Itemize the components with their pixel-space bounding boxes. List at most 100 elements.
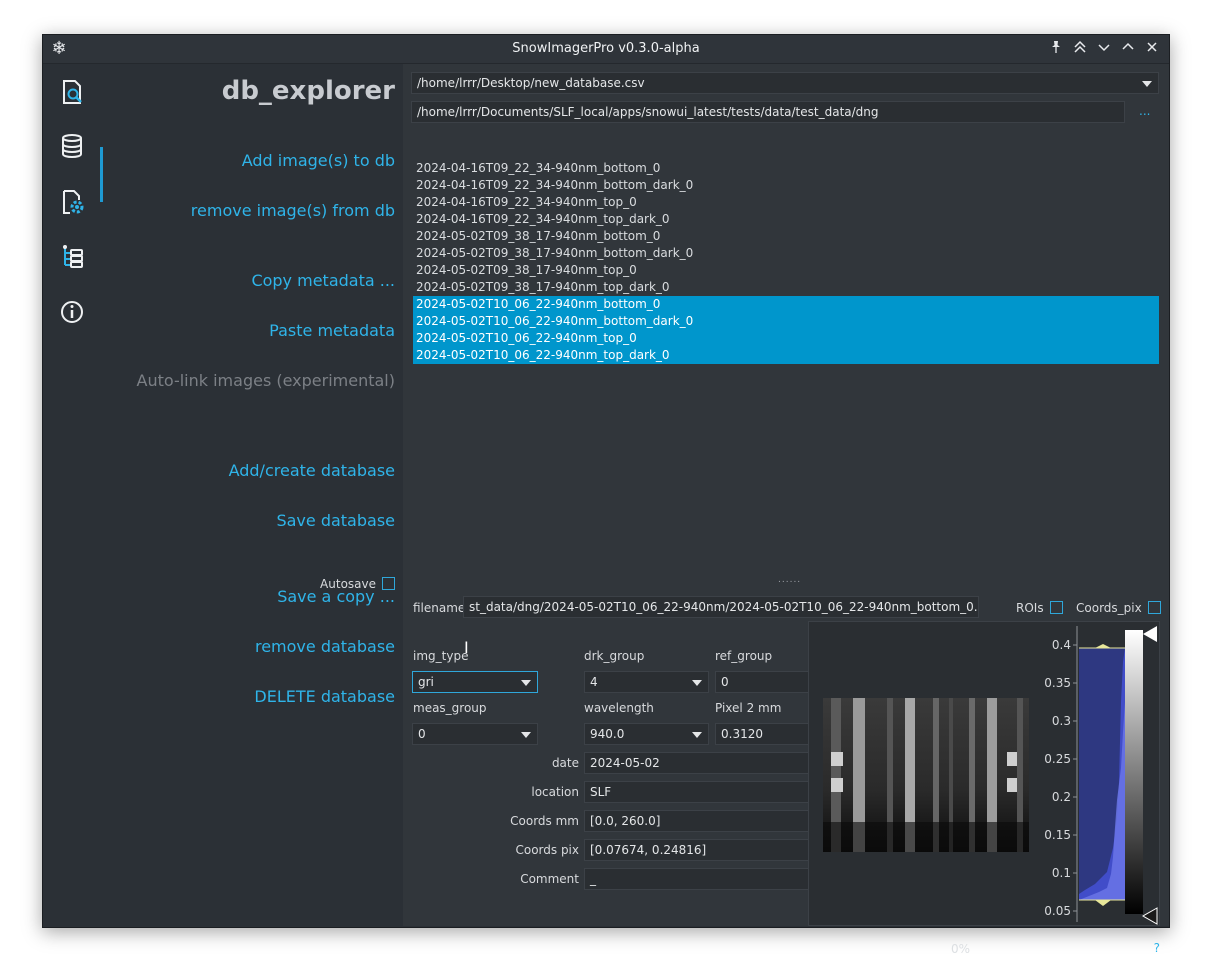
file-list-item[interactable]: 2024-05-02T10_06_22-940nm_top_dark_0 bbox=[413, 347, 1159, 364]
main-content: /home/lrrr/Desktop/new_database.csv /hom… bbox=[403, 64, 1169, 956]
save-copy-button[interactable]: Save a copy ... bbox=[277, 587, 395, 606]
sample-image bbox=[823, 698, 1029, 852]
histogram-tick-label: 0.35 bbox=[1044, 676, 1071, 690]
filename-value: st_data/dng/2024-05-02T10_06_22-940nm/20… bbox=[469, 600, 979, 614]
file-list-item[interactable]: 2024-05-02T09_38_17-940nm_bottom_0 bbox=[413, 228, 1159, 245]
rois-checkbox[interactable] bbox=[1049, 601, 1063, 614]
chevron-down-icon[interactable] bbox=[1095, 40, 1113, 58]
histogram-tick-label: 0.05 bbox=[1044, 904, 1071, 918]
coords-pix-value: [0.07674, 0.24816] bbox=[590, 843, 707, 857]
image-preview-panel[interactable]: 0.4 0.35 0.3 0.25 0.2 0.15 0.1 0.05 bbox=[808, 621, 1160, 926]
drk-group-label: drk_group bbox=[584, 649, 645, 663]
delete-database-button[interactable]: DELETE database bbox=[254, 687, 395, 706]
chevron-up-icon[interactable] bbox=[1119, 40, 1137, 58]
dropdown-arrow-icon bbox=[692, 680, 702, 686]
icon-sidebar bbox=[43, 64, 103, 926]
text-cursor-icon: I bbox=[464, 638, 469, 657]
search-document-icon[interactable] bbox=[58, 78, 86, 106]
file-list-item[interactable]: 2024-04-16T09_22_34-940nm_top_dark_0 bbox=[413, 211, 1159, 228]
file-list-item[interactable]: 2024-04-16T09_22_34-940nm_bottom_0 bbox=[413, 160, 1159, 177]
drk-group-select[interactable]: 4 bbox=[584, 671, 709, 693]
close-icon[interactable] bbox=[1143, 40, 1161, 58]
min-level-handle[interactable] bbox=[1141, 907, 1158, 925]
pixel2mm-value: 0.3120 bbox=[721, 727, 763, 741]
splitter-handle[interactable]: ...... bbox=[778, 575, 801, 585]
comment-field[interactable]: _ bbox=[584, 868, 841, 890]
histogram-tick-label: 0.25 bbox=[1044, 752, 1071, 766]
comment-label: Comment bbox=[520, 872, 579, 886]
comment-value: _ bbox=[590, 872, 596, 886]
img-type-select[interactable]: gri bbox=[412, 671, 538, 693]
db-actions-panel: db_explorer Add image(s) to db remove im… bbox=[103, 64, 403, 926]
folder-path-value: /home/lrrr/Documents/SLF_local/apps/snow… bbox=[417, 105, 879, 119]
window-title: SnowImagerPro v0.3.0-alpha bbox=[512, 41, 700, 56]
coords-pix-checkbox[interactable] bbox=[1147, 601, 1161, 614]
max-level-handle[interactable] bbox=[1143, 626, 1157, 642]
file-list-item[interactable]: 2024-05-02T10_06_22-940nm_bottom_0 bbox=[413, 296, 1159, 313]
filename-label: filename bbox=[413, 601, 466, 615]
progress-text: 0% bbox=[951, 942, 971, 956]
help-button[interactable]: ? bbox=[1154, 941, 1160, 955]
pixel2mm-label: Pixel 2 mm bbox=[715, 701, 782, 715]
histogram-tick-label: 0.1 bbox=[1052, 866, 1071, 880]
coords-mm-label: Coords mm bbox=[510, 814, 579, 828]
database-path-value: /home/lrrr/Desktop/new_database.csv bbox=[417, 76, 645, 90]
coords-pix-toggle-label: Coords_pix bbox=[1076, 601, 1142, 615]
coords-pix-toggle[interactable]: Coords_pix bbox=[1076, 601, 1161, 615]
date-value: 2024-05-02 bbox=[590, 756, 660, 770]
database-icon[interactable] bbox=[58, 132, 86, 160]
save-database-button[interactable]: Save database bbox=[276, 511, 395, 530]
copy-metadata-button[interactable]: Copy metadata ... bbox=[251, 271, 395, 290]
histogram-plot[interactable] bbox=[1079, 644, 1125, 906]
image-file-list[interactable]: 2024-04-16T09_22_34-940nm_bottom_0 2024-0… bbox=[413, 160, 1159, 370]
pin-icon[interactable] bbox=[1047, 40, 1065, 58]
meas-group-select[interactable]: 0 bbox=[412, 723, 538, 745]
double-chevron-up-icon[interactable] bbox=[1071, 40, 1089, 58]
wavelength-value: 940.0 bbox=[590, 727, 625, 741]
meas-group-value: 0 bbox=[418, 727, 426, 741]
tree-list-icon[interactable] bbox=[58, 243, 86, 271]
histogram-tick-label: 0.15 bbox=[1044, 828, 1071, 842]
file-list-item[interactable]: 2024-05-02T09_38_17-940nm_top_0 bbox=[413, 262, 1159, 279]
file-list-item[interactable]: 2024-05-02T09_38_17-940nm_bottom_dark_0 bbox=[413, 245, 1159, 262]
settings-document-icon[interactable] bbox=[58, 188, 86, 216]
wavelength-label: wavelength bbox=[584, 701, 654, 715]
wavelength-select[interactable]: 940.0 bbox=[584, 723, 709, 745]
remove-database-button[interactable]: remove database bbox=[255, 637, 395, 656]
histogram-tick-label: 0.2 bbox=[1052, 790, 1071, 804]
dropdown-arrow-icon bbox=[692, 732, 702, 738]
autolink-button[interactable]: Auto-link images (experimental) bbox=[137, 371, 396, 390]
location-label: location bbox=[531, 785, 579, 799]
file-list-item[interactable]: 2024-04-16T09_22_34-940nm_bottom_dark_0 bbox=[413, 177, 1159, 194]
coords-mm-field[interactable]: [0.0, 260.0] bbox=[584, 810, 841, 832]
location-select[interactable]: SLF bbox=[584, 781, 841, 803]
meas-group-label: meas_group bbox=[413, 701, 487, 715]
coords-pix-label: Coords pix bbox=[515, 843, 579, 857]
coords-mm-value: [0.0, 260.0] bbox=[590, 814, 661, 828]
info-icon[interactable] bbox=[58, 298, 86, 326]
paste-metadata-button[interactable]: Paste metadata bbox=[269, 321, 395, 340]
rois-toggle[interactable]: ROIs bbox=[1016, 601, 1063, 615]
title-bar[interactable]: ❄ SnowImagerPro v0.3.0-alpha bbox=[43, 35, 1169, 64]
date-field[interactable]: 2024-05-02 bbox=[584, 752, 841, 774]
location-value: SLF bbox=[590, 785, 612, 799]
coords-pix-field[interactable]: [0.07674, 0.24816] bbox=[584, 839, 841, 861]
ref-group-value: 0 bbox=[721, 675, 729, 689]
date-label: date bbox=[551, 756, 579, 770]
ref-group-label: ref_group bbox=[715, 649, 773, 663]
filename-field[interactable]: st_data/dng/2024-05-02T10_06_22-940nm/20… bbox=[463, 596, 979, 618]
file-list-item[interactable]: 2024-04-16T09_22_34-940nm_top_0 bbox=[413, 194, 1159, 211]
dropdown-arrow-icon bbox=[521, 732, 531, 738]
histogram-tick-label: 0.3 bbox=[1052, 714, 1071, 728]
database-path-select[interactable]: /home/lrrr/Desktop/new_database.csv bbox=[411, 72, 1159, 94]
file-list-item[interactable]: 2024-05-02T09_38_17-940nm_top_dark_0 bbox=[413, 279, 1159, 296]
add-images-button[interactable]: Add image(s) to db bbox=[242, 151, 395, 170]
file-list-item[interactable]: 2024-05-02T10_06_22-940nm_top_0 bbox=[413, 330, 1159, 347]
add-create-database-button[interactable]: Add/create database bbox=[229, 461, 395, 480]
remove-images-button[interactable]: remove image(s) from db bbox=[191, 201, 395, 220]
file-list-item[interactable]: 2024-05-02T10_06_22-940nm_bottom_dark_0 bbox=[413, 313, 1159, 330]
panel-title: db_explorer bbox=[221, 76, 395, 106]
folder-path-field[interactable]: /home/lrrr/Documents/SLF_local/apps/snow… bbox=[411, 101, 1125, 123]
img-type-value: gri bbox=[418, 675, 434, 689]
browse-folder-button[interactable]: ... bbox=[1139, 104, 1150, 118]
